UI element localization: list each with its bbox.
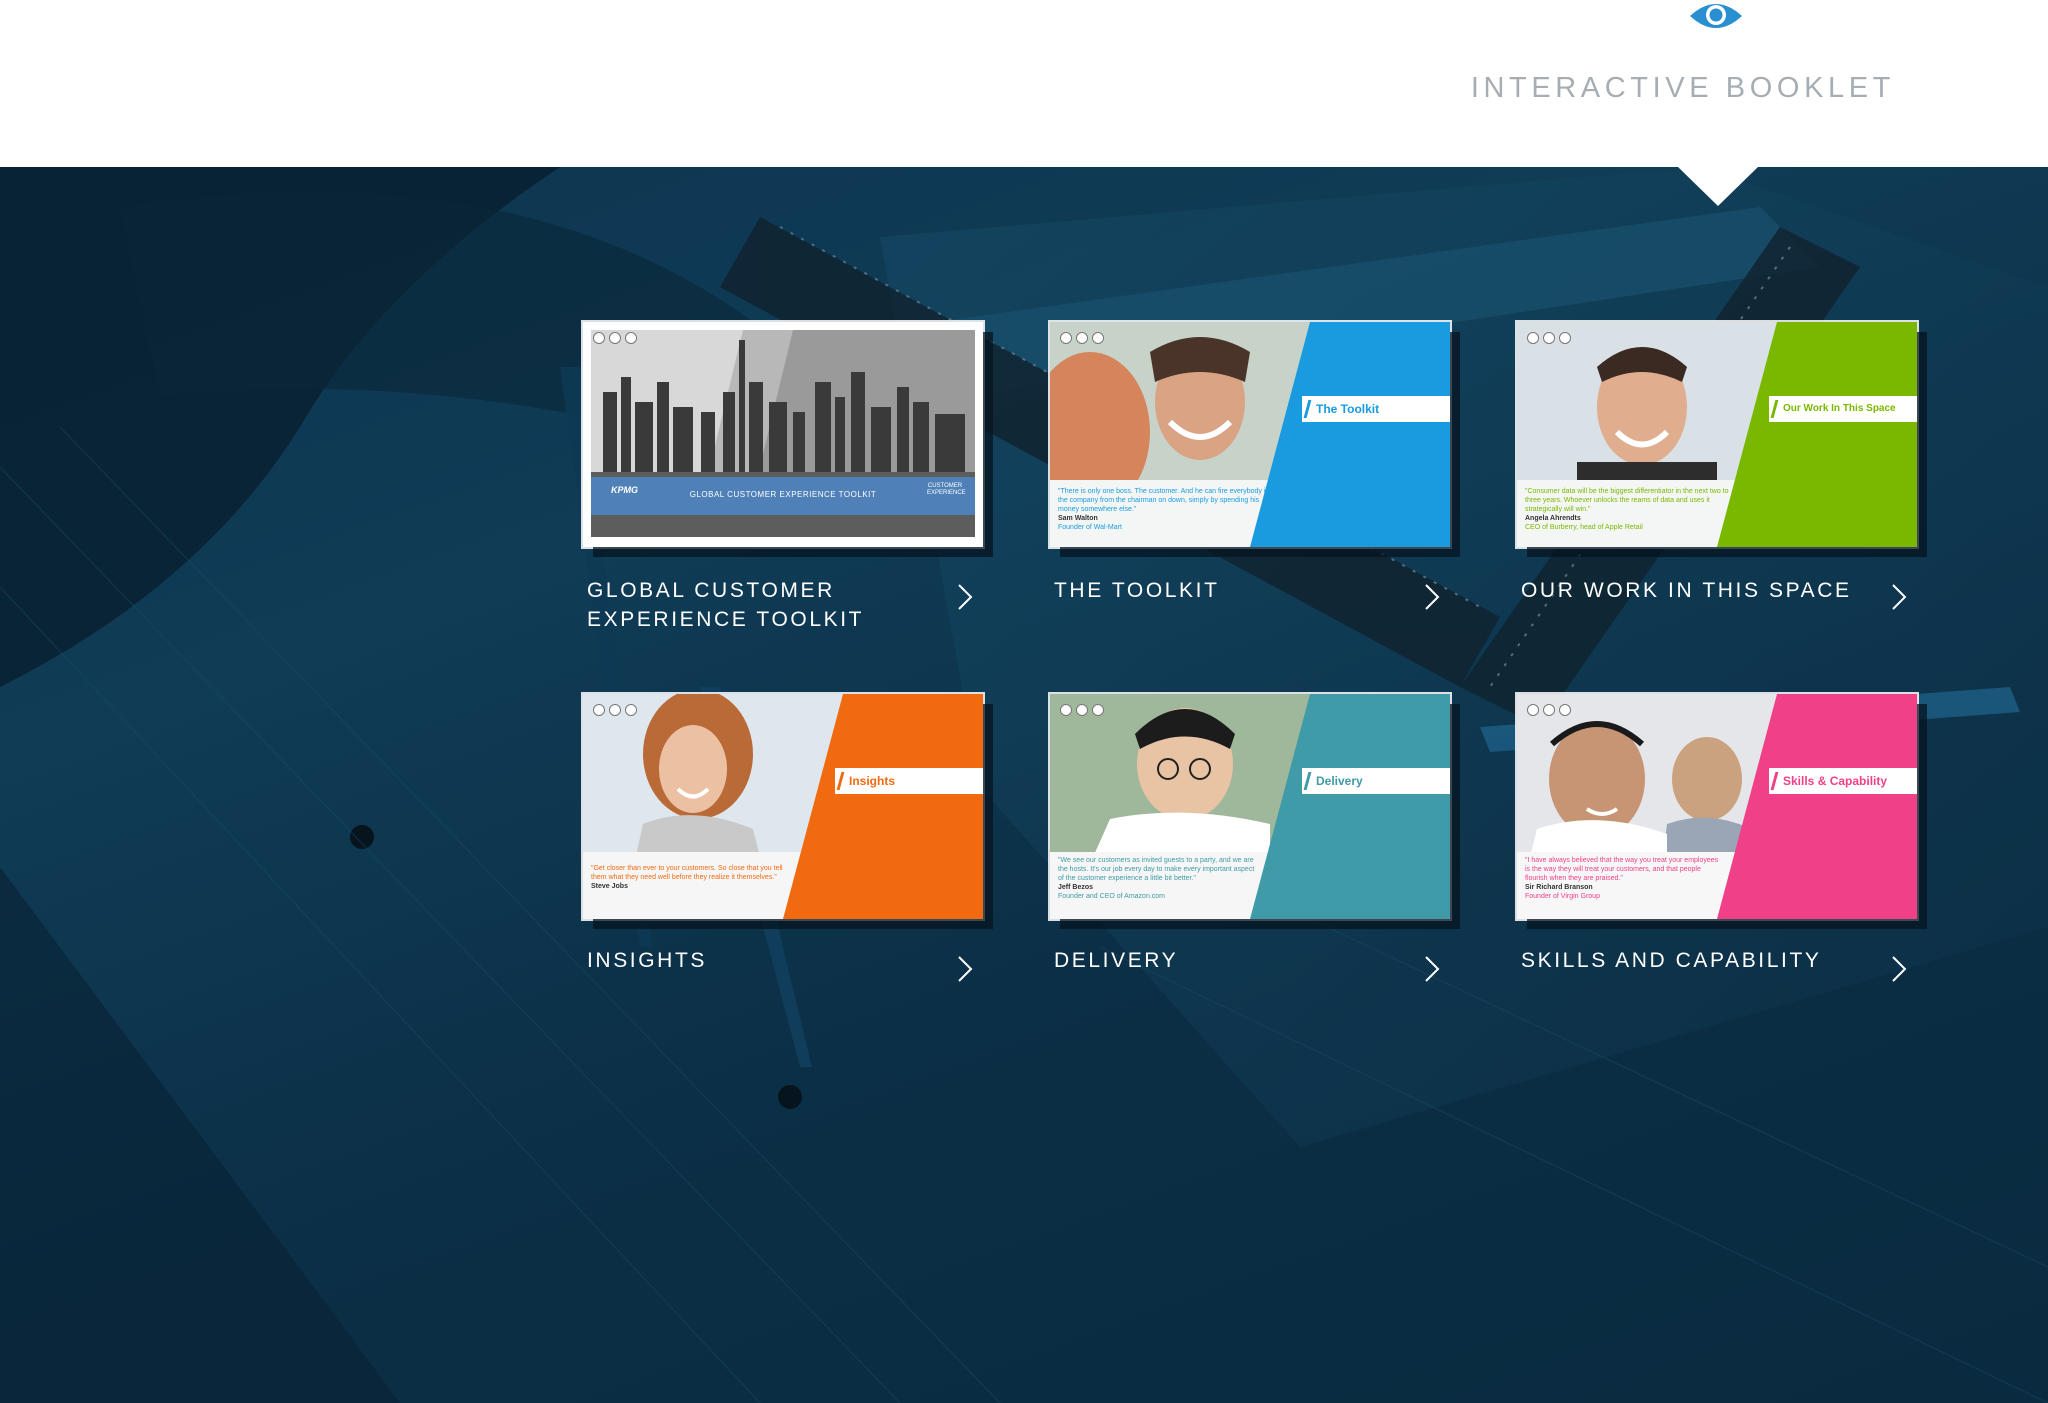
quote-role: CEO of Burberry, head of Apple Retail	[1525, 524, 1643, 531]
tile-title[interactable]: DELIVERY	[1054, 946, 1394, 975]
cover-band: KPMG GLOBAL CUSTOMER EXPERIENCE TOOLKIT …	[591, 477, 975, 515]
header: INTERACTIVE BOOKLET	[0, 0, 2048, 167]
quote-text: "I have always believed that the way you…	[1525, 857, 1719, 882]
thumb-banner: Insights	[835, 768, 983, 794]
tile-skills-capability[interactable]: Skills & Capability "I have always belie…	[1517, 694, 1917, 982]
quote-text: "Get closer than ever to your customers.…	[591, 865, 783, 881]
eye-icon[interactable]	[1688, 0, 1744, 36]
thumb-nav-dots	[1060, 704, 1104, 716]
tile-title-line1: GLOBAL CUSTOMER	[587, 579, 835, 602]
thumb-nav-dots	[1527, 704, 1571, 716]
thumb-quote: "We see our customers as invited guests …	[1058, 856, 1258, 901]
thumbnail-toolkit[interactable]: The Toolkit "There is only one boss. The…	[1050, 322, 1450, 547]
thumb-banner: Our Work In This Space	[1769, 396, 1917, 422]
tile-insights[interactable]: Insights "Get closer than ever to your c…	[583, 694, 983, 982]
quote-author: Angela Ahrendts	[1525, 515, 1581, 522]
thumb-nav-dots	[1060, 332, 1104, 344]
chevron-right-icon[interactable]	[1889, 954, 1909, 984]
tile-title[interactable]: OUR WORK IN THIS SPACE	[1521, 576, 1861, 605]
tile-the-toolkit[interactable]: The Toolkit "There is only one boss. The…	[1050, 322, 1450, 610]
chevron-right-icon[interactable]	[955, 954, 975, 984]
thumb-nav-dots	[593, 332, 637, 344]
thumb-banner: Skills & Capability	[1769, 768, 1917, 794]
quote-role: Founder of Wal-Mart	[1058, 524, 1122, 531]
cover-title: GLOBAL CUSTOMER EXPERIENCE TOOLKIT	[689, 490, 877, 499]
quote-author: Steve Jobs	[591, 883, 628, 890]
thumbnail-cover[interactable]: KPMG GLOBAL CUSTOMER EXPERIENCE TOOLKIT …	[583, 322, 983, 547]
thumb-banner: The Toolkit	[1302, 396, 1450, 422]
thumb-quote: "There is only one boss. The customer. A…	[1058, 487, 1278, 532]
thumbnail-delivery[interactable]: Delivery "We see our customers as invite…	[1050, 694, 1450, 919]
thumbnail-insights[interactable]: Insights "Get closer than ever to your c…	[583, 694, 983, 919]
tile-title[interactable]: GLOBAL CUSTOMER EXPERIENCE TOOLKIT	[587, 576, 927, 634]
booklet-title: INTERACTIVE BOOKLET	[1470, 72, 1895, 104]
quote-text: "There is only one boss. The customer. A…	[1058, 488, 1270, 513]
thumb-quote: "Get closer than ever to your customers.…	[591, 864, 791, 891]
tile-our-work[interactable]: Our Work In This Space "Consumer data wi…	[1517, 322, 1917, 610]
tile-delivery[interactable]: Delivery "We see our customers as invite…	[1050, 694, 1450, 982]
quote-text: "Consumer data will be the biggest diffe…	[1525, 488, 1729, 513]
quote-author: Sir Richard Branson	[1525, 884, 1593, 891]
tile-title[interactable]: THE TOOLKIT	[1054, 576, 1394, 605]
quote-role: Founder and CEO of Amazon.com	[1058, 893, 1165, 900]
tile-title-line2: EXPERIENCE TOOLKIT	[587, 608, 865, 631]
thumb-nav-dots	[1527, 332, 1571, 344]
chevron-right-icon[interactable]	[955, 582, 975, 612]
thumb-quote: "Consumer data will be the biggest diffe…	[1525, 487, 1745, 532]
chevron-right-icon[interactable]	[1422, 582, 1442, 612]
quote-role: Founder of Virgin Group	[1525, 893, 1600, 900]
tile-global-toolkit[interactable]: KPMG GLOBAL CUSTOMER EXPERIENCE TOOLKIT …	[583, 322, 983, 631]
cx-logo: CUSTOMER EXPERIENCE	[927, 483, 966, 496]
quote-text: "We see our customers as invited guests …	[1058, 857, 1255, 882]
quote-author: Jeff Bezos	[1058, 884, 1094, 891]
thumbnail-skills[interactable]: Skills & Capability "I have always belie…	[1517, 694, 1917, 919]
thumb-banner: Delivery	[1302, 768, 1450, 794]
chevron-right-icon[interactable]	[1422, 954, 1442, 984]
thumb-quote: "I have always believed that the way you…	[1525, 856, 1725, 901]
tile-title[interactable]: SKILLS AND CAPABILITY	[1521, 946, 1861, 975]
thumb-nav-dots	[593, 704, 637, 716]
pointer-arrow	[1677, 166, 1759, 206]
chevron-right-icon[interactable]	[1889, 582, 1909, 612]
quote-author: Sam Walton	[1058, 515, 1098, 522]
thumbnail-our-work[interactable]: Our Work In This Space "Consumer data wi…	[1517, 322, 1917, 547]
tile-title[interactable]: INSIGHTS	[587, 946, 927, 975]
